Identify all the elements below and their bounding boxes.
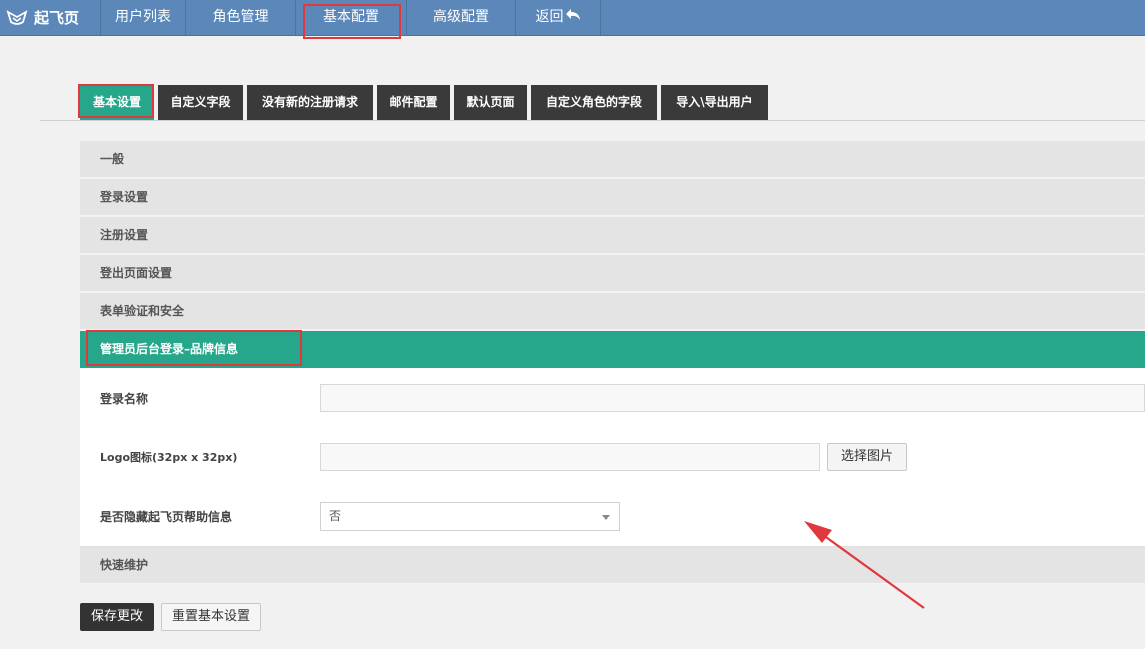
section-quick-maintenance[interactable]: 快速维护 [80,547,1145,584]
nav-basic-config[interactable]: 基本配置 [296,0,407,35]
logo-icon-label: Logo图标(32px x 32px) [100,451,238,464]
tab-email-config[interactable]: 邮件配置 [377,85,450,120]
reset-basic-settings-button[interactable]: 重置基本设置 [161,603,261,631]
tab-divider [40,120,1145,121]
tab-basic-settings[interactable]: 基本设置 [80,85,154,120]
brand-wing-icon [6,9,28,25]
tab-import-export-users[interactable]: 导入\导出用户 [661,85,768,120]
hide-help-select[interactable]: 否 [320,502,620,531]
section-login-settings[interactable]: 登录设置 [80,179,1145,216]
hide-help-selected-value: 否 [329,509,342,523]
section-general[interactable]: 一般 [80,141,1145,178]
nav-role-management[interactable]: 角色管理 [186,0,296,35]
login-name-label: 登录名称 [100,392,149,406]
login-name-input[interactable] [320,384,1145,412]
tab-default-pages[interactable]: 默认页面 [454,85,527,120]
tab-no-new-registration[interactable]: 没有新的注册请求 [247,85,373,120]
back-arrow-icon [565,9,580,20]
nav-back-label: 返回 [535,9,564,25]
section-form-validation-security[interactable]: 表单验证和安全 [80,293,1145,330]
nav-back[interactable]: 返回 [516,0,601,35]
nav-advanced-config[interactable]: 高级配置 [407,0,516,35]
chevron-down-icon [602,515,610,520]
section-register-settings[interactable]: 注册设置 [80,217,1145,254]
nav-user-list[interactable]: 用户列表 [101,0,186,35]
save-changes-button[interactable]: 保存更改 [80,603,154,631]
choose-image-button[interactable]: 选择图片 [827,443,907,471]
tab-custom-fields[interactable]: 自定义字段 [158,85,243,120]
logo-url-input[interactable] [320,443,820,471]
tab-custom-role-fields[interactable]: 自定义角色的字段 [531,85,657,120]
top-nav-bar: 起飞页 用户列表 角色管理 基本配置 高级配置 返回 [0,0,1145,36]
section-admin-login-branding[interactable]: 管理员后台登录–品牌信息 [80,331,1145,368]
brand-logo[interactable]: 起飞页 [0,0,101,35]
hide-help-label: 是否隐藏起飞页帮助信息 [100,510,233,524]
brand-name: 起飞页 [34,9,80,27]
section-logout-page-settings[interactable]: 登出页面设置 [80,255,1145,292]
branding-form-panel: 登录名称 Logo图标(32px x 32px) 选择图片 是否隐藏起飞页帮助信… [80,368,1145,547]
